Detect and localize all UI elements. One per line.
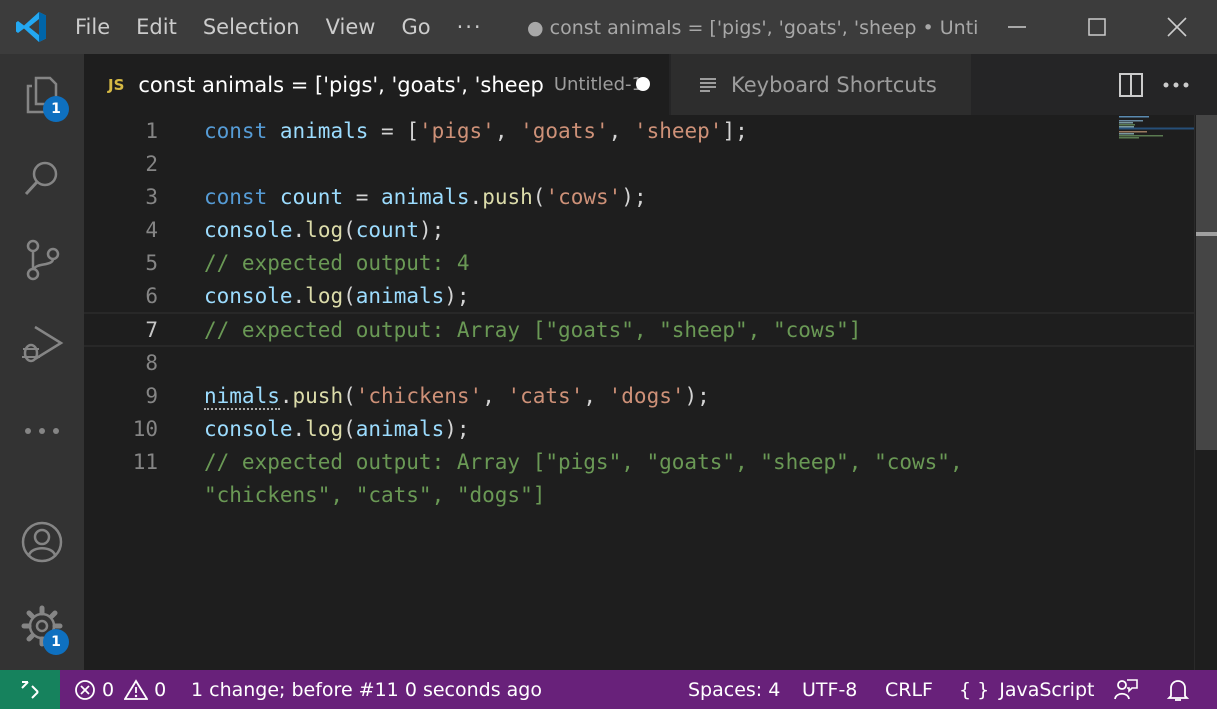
code-comment: // expected output: Array ["pigs", "goat…: [204, 450, 963, 474]
line-number: 6: [145, 284, 158, 308]
menu-view[interactable]: View: [313, 0, 389, 54]
language-mode-selector[interactable]: { } JavaScript: [959, 670, 1094, 709]
minimize-button[interactable]: [977, 0, 1057, 54]
ellipsis-icon: [1163, 81, 1189, 89]
line-number: 10: [132, 417, 158, 441]
window-title: ● const animals = ['pigs', 'goats', 'she…: [527, 17, 977, 39]
code-line[interactable]: 10 console.log(animals);: [84, 413, 1194, 446]
menu-edit[interactable]: Edit: [123, 0, 190, 54]
line-number: 3: [145, 185, 158, 209]
scrollbar-thumb[interactable]: [1196, 115, 1217, 450]
maximize-button[interactable]: [1057, 0, 1137, 54]
code-text: console.log(animals);: [204, 284, 470, 308]
more-views-button[interactable]: [0, 388, 84, 472]
title-bar: File Edit Selection View Go ··· ● const …: [0, 0, 1217, 54]
code-line[interactable]: 8: [84, 347, 1194, 380]
source-control-icon: [22, 238, 62, 286]
tab-title: Keyboard Shortcuts: [731, 72, 937, 97]
tab-title: const animals = ['pigs', 'goats', 'sheep: [138, 72, 544, 97]
menu-go[interactable]: Go: [388, 0, 443, 54]
encoding-selector[interactable]: UTF-8: [802, 670, 857, 709]
line-number: 4: [145, 218, 158, 242]
current-code-line[interactable]: 7 // expected output: Array ["goats", "s…: [84, 312, 1194, 347]
bell-icon: [1166, 677, 1190, 703]
close-window-button[interactable]: [1137, 0, 1217, 54]
menu-more-button[interactable]: ···: [444, 0, 496, 54]
menu-file[interactable]: File: [62, 0, 123, 54]
code-text: console.log(count);: [204, 218, 445, 242]
vscode-logo-icon: [0, 0, 62, 54]
error-icon: [74, 679, 96, 701]
manage-button[interactable]: 1: [0, 586, 84, 670]
explorer-button[interactable]: 1: [0, 54, 84, 138]
line-number: 7: [145, 318, 158, 342]
indentation-selector[interactable]: Spaces: 4: [688, 670, 780, 709]
source-control-button[interactable]: [0, 220, 84, 304]
menu-bar: File Edit Selection View Go ···: [62, 0, 496, 54]
more-actions-button[interactable]: [1159, 68, 1193, 102]
code-line[interactable]: 9 nimals.push('chickens', 'cats', 'dogs'…: [84, 380, 1194, 413]
warning-icon: [124, 678, 149, 701]
status-bar: 0 0 1 change; before #11 0 seconds ago S…: [0, 670, 1217, 709]
account-icon: [20, 520, 64, 568]
line-number: 11: [132, 450, 158, 474]
language-label: JavaScript: [999, 678, 1095, 701]
editor-tab-bar: JS const animals = ['pigs', 'goats', 'sh…: [84, 54, 1217, 115]
line-number: 1: [145, 119, 158, 143]
tab-description: Untitled-1: [553, 74, 643, 95]
code-text: const count = animals.push('cows');: [204, 185, 647, 209]
unsaved-dot-icon[interactable]: [636, 77, 650, 91]
code-comment: "chickens", "cats", "dogs"]: [204, 483, 546, 507]
code-comment: // expected output: Array ["goats", "she…: [204, 318, 862, 342]
code-text: nimals.push('chickens', 'cats', 'dogs');: [204, 384, 710, 410]
eol-selector[interactable]: CRLF: [885, 670, 933, 709]
feedback-button[interactable]: [1113, 670, 1139, 709]
code-comment: // expected output: 4: [204, 251, 470, 275]
ellipsis-icon: [22, 421, 62, 440]
tab-untitled-1[interactable]: JS const animals = ['pigs', 'goats', 'sh…: [84, 54, 669, 115]
code-editor[interactable]: 1 const animals = ['pigs', 'goats', 'she…: [84, 115, 1217, 670]
explorer-badge: 1: [43, 96, 69, 122]
remote-icon: [19, 679, 41, 701]
accounts-button[interactable]: [0, 502, 84, 586]
code-line-wrapped[interactable]: "chickens", "cats", "dogs"]: [84, 479, 1194, 512]
run-debug-button[interactable]: [0, 304, 84, 388]
menu-selection[interactable]: Selection: [190, 0, 313, 54]
list-icon: [699, 76, 717, 94]
code-line[interactable]: 6 console.log(animals);: [84, 280, 1194, 313]
notifications-button[interactable]: [1166, 670, 1190, 709]
code-line[interactable]: 5 // expected output: 4: [84, 247, 1194, 280]
line-number: 8: [145, 351, 158, 375]
vertical-scrollbar[interactable]: [1194, 115, 1217, 670]
line-number: 9: [145, 384, 158, 408]
split-editor-icon: [1118, 72, 1144, 98]
minimap[interactable]: [1119, 115, 1194, 145]
change-info[interactable]: 1 change; before #11 0 seconds ago: [191, 670, 542, 709]
line-number: 2: [145, 152, 158, 176]
activity-bar: 1 1: [0, 54, 84, 670]
scrollbar-cursor-marker: [1196, 232, 1217, 236]
remote-button[interactable]: [0, 670, 60, 709]
run-debug-icon: [19, 321, 65, 371]
settings-badge: 1: [43, 629, 69, 655]
error-count: 0: [102, 678, 115, 701]
search-button[interactable]: [0, 138, 84, 222]
search-icon: [22, 158, 62, 202]
line-number: 5: [145, 251, 158, 275]
feedback-icon: [1113, 677, 1139, 703]
javascript-file-icon: JS: [108, 75, 125, 94]
problems-indicator[interactable]: 0 0: [74, 670, 166, 709]
braces-icon: { }: [959, 678, 990, 701]
code-text: const animals = ['pigs', 'goats', 'sheep…: [204, 119, 748, 143]
code-line[interactable]: 11 // expected output: Array ["pigs", "g…: [84, 446, 1194, 479]
warning-count: 0: [154, 678, 167, 701]
code-line[interactable]: 1 const animals = ['pigs', 'goats', 'she…: [84, 115, 1194, 148]
code-line[interactable]: 3 const count = animals.push('cows');: [84, 181, 1194, 214]
tab-keyboard-shortcuts[interactable]: Keyboard Shortcuts: [671, 54, 971, 115]
code-line[interactable]: 2: [84, 148, 1194, 181]
split-editor-button[interactable]: [1114, 68, 1148, 102]
code-line[interactable]: 4 console.log(count);: [84, 214, 1194, 247]
code-text: console.log(animals);: [204, 417, 470, 441]
